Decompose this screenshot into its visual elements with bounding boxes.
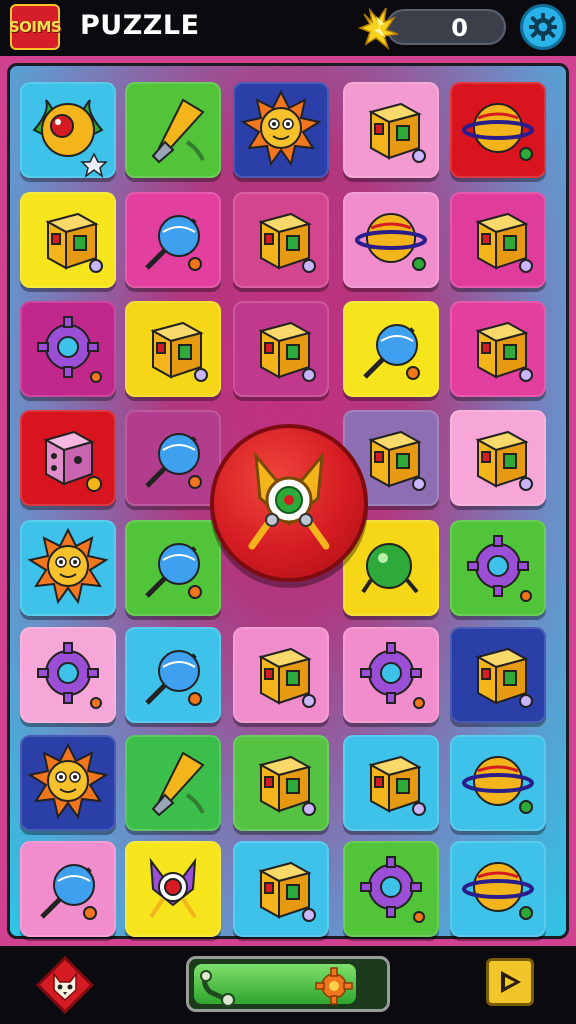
board-tile[interactable]: [125, 627, 221, 723]
board-tile[interactable]: [343, 627, 439, 723]
board-tile[interactable]: [343, 192, 439, 288]
board-tile[interactable]: [343, 841, 439, 937]
drill-icon: [151, 751, 205, 817]
board-tile[interactable]: [450, 301, 546, 397]
board-tile[interactable]: [125, 520, 221, 616]
orb-wand-icon: [40, 864, 97, 920]
cube-icon: [150, 321, 208, 382]
cube-icon: [475, 212, 533, 273]
board-tile[interactable]: [125, 192, 221, 288]
progress-bar: [186, 956, 390, 1012]
gear-icon: [360, 856, 425, 923]
score-value: 0: [451, 14, 468, 42]
board-tile[interactable]: [450, 82, 546, 178]
game-logo: SOIMS: [9, 4, 62, 50]
sun-face-icon: [240, 89, 322, 167]
cube-icon: [475, 321, 533, 382]
board-tile[interactable]: [20, 82, 116, 178]
board-tile[interactable]: [233, 627, 329, 723]
board-tile[interactable]: [233, 301, 329, 397]
board-tile[interactable]: [233, 841, 329, 937]
orb-wand-icon: [145, 433, 202, 489]
board-tile[interactable]: [343, 82, 439, 178]
board-tile[interactable]: [233, 735, 329, 831]
cube-icon: [258, 755, 316, 816]
settings-button[interactable]: [520, 4, 566, 50]
planet-icon: [462, 756, 534, 814]
play-button[interactable]: [486, 958, 534, 1006]
board-tile[interactable]: [20, 301, 116, 397]
play-arrow-icon: [501, 971, 521, 993]
board-tile[interactable]: [450, 841, 546, 937]
cube-icon: [368, 102, 426, 163]
sun-face-icon: [27, 527, 109, 605]
board-tile[interactable]: [233, 82, 329, 178]
fox-diamond-icon[interactable]: [36, 956, 94, 1014]
board-tile[interactable]: [450, 735, 546, 831]
board-tile[interactable]: [20, 841, 116, 937]
cube-icon: [45, 212, 103, 273]
board-tile[interactable]: [20, 627, 116, 723]
cube-icon: [475, 647, 533, 708]
game-title: PUZZLE: [80, 10, 200, 41]
board-tile[interactable]: [20, 192, 116, 288]
cube-icon: [475, 430, 533, 491]
lightning-icon: [358, 7, 399, 50]
board-tile[interactable]: [125, 301, 221, 397]
score-counter: 0: [386, 9, 506, 45]
gear-icon: [467, 535, 532, 602]
cube-icon: [368, 755, 426, 816]
fox-target-icon: [149, 857, 197, 919]
orb-wand-icon: [145, 215, 202, 271]
board-tile[interactable]: [125, 410, 221, 506]
orb-wand-icon: [145, 543, 202, 599]
cube-icon: [258, 212, 316, 273]
board-tile[interactable]: [450, 520, 546, 616]
gear-icon: [529, 13, 557, 41]
gear-icon: [37, 316, 102, 383]
game-screen: SOIMS PUZZLE 0: [0, 0, 576, 1024]
board-tile[interactable]: [233, 192, 329, 288]
sun-orb-icon: [32, 99, 108, 178]
board-tile[interactable]: [450, 192, 546, 288]
cube-icon: [258, 321, 316, 382]
board-tile[interactable]: [20, 735, 116, 831]
bottom-bar: [0, 946, 576, 1024]
planet-icon: [355, 213, 427, 271]
board-tile[interactable]: [125, 841, 221, 937]
top-bar: SOIMS PUZZLE 0: [0, 0, 576, 56]
gear-icon: [360, 642, 425, 709]
center-action-button[interactable]: [210, 424, 368, 582]
gear-icon: [314, 967, 353, 1005]
board-tile[interactable]: [450, 410, 546, 506]
board-tile[interactable]: [20, 410, 116, 506]
planet-icon: [462, 862, 534, 920]
orb-wand-icon: [145, 650, 202, 706]
board-tile[interactable]: [125, 82, 221, 178]
hook-icon: [200, 970, 235, 1007]
board-tile[interactable]: [343, 301, 439, 397]
progress-fill: [194, 964, 356, 1007]
planet-icon: [462, 103, 534, 161]
drill-icon: [151, 98, 205, 164]
sun-face-icon: [27, 742, 109, 820]
board-tile[interactable]: [343, 735, 439, 831]
orb-wand-icon: [363, 324, 420, 380]
board-tile[interactable]: [450, 627, 546, 723]
fox-target-icon: [248, 451, 330, 550]
board-tile[interactable]: [20, 520, 116, 616]
dice-icon: [43, 430, 102, 492]
cube-icon: [258, 861, 316, 922]
board-tile[interactable]: [125, 735, 221, 831]
cube-icon: [258, 647, 316, 708]
gear-icon: [37, 642, 102, 709]
